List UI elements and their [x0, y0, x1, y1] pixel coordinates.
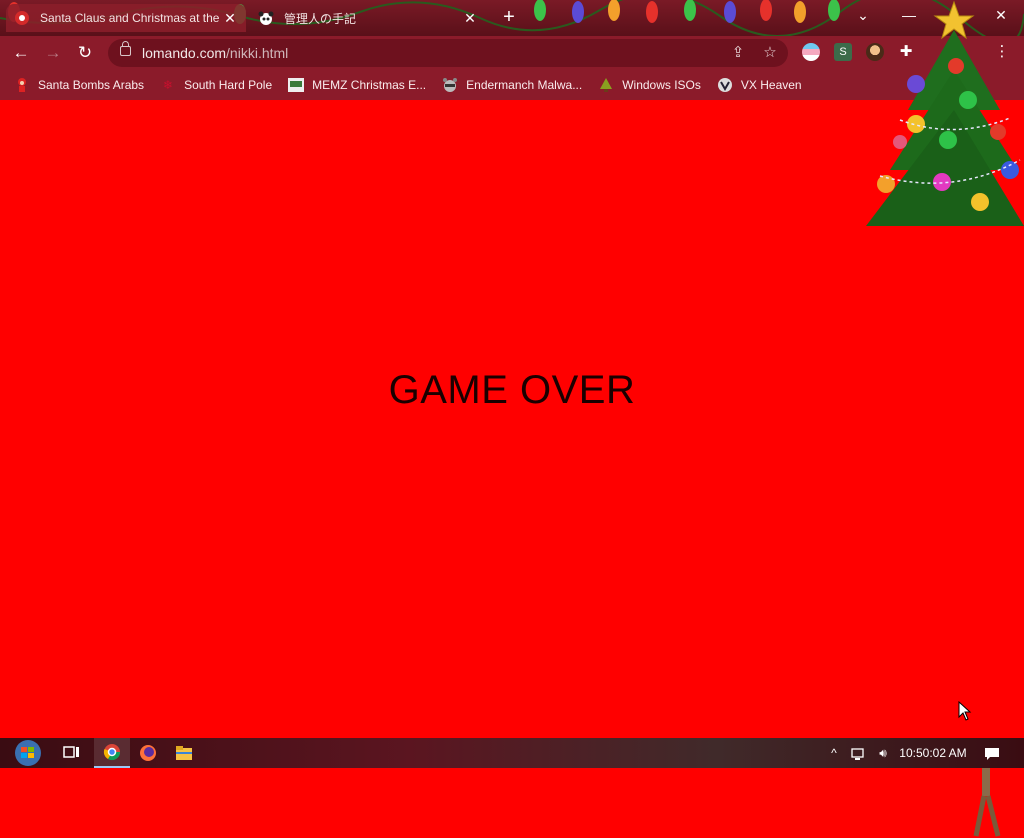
url-path: /nikki.html — [226, 45, 289, 61]
share-icon[interactable]: ⇪ — [728, 43, 748, 63]
windows-taskbar: ^ 🔊︎ 10:50:02 AM — [0, 738, 1024, 768]
reload-button[interactable]: ↻ — [72, 40, 98, 66]
url-text: lomando.com/nikki.html — [142, 45, 288, 61]
close-tab-icon[interactable]: ✕ — [462, 10, 478, 27]
bookmark-label: Endermanch Malwa... — [466, 77, 583, 92]
raccoon-icon — [442, 77, 458, 93]
lock-icon[interactable] — [120, 41, 131, 56]
volume-icon[interactable]: 🔊︎ — [874, 738, 892, 768]
tab-title: Santa Claus and Christmas at the — [40, 11, 220, 25]
bookmark-label: VX Heaven — [740, 77, 802, 92]
url-host: lomando.com — [142, 45, 227, 61]
bookmark-label: Santa Bombs Arabs — [38, 77, 145, 92]
network-icon[interactable] — [850, 738, 868, 768]
start-button[interactable] — [8, 738, 48, 768]
vx-icon — [717, 77, 733, 93]
new-tab-button[interactable]: + — [497, 6, 521, 30]
extension-s-icon[interactable]: S — [834, 43, 852, 61]
memz-icon — [288, 77, 305, 93]
bookmark-label: MEMZ Christmas E... — [312, 77, 427, 92]
extension-flag-icon[interactable] — [802, 43, 820, 61]
bookmark-memz-christmas[interactable]: MEMZ Christmas E... — [288, 77, 426, 93]
bookmark-star-icon[interactable]: ☆ — [760, 43, 780, 63]
task-view-icon[interactable] — [54, 738, 90, 768]
address-bar[interactable]: lomando.com/nikki.html ⇪ ☆ — [108, 39, 788, 67]
mouse-cursor-icon — [958, 701, 972, 721]
game-over-text: GAME OVER — [388, 368, 636, 412]
firefox-taskbar-icon[interactable] — [130, 738, 166, 768]
show-hidden-icons-chevron-icon[interactable]: ^ — [826, 738, 842, 768]
panda-favicon-icon — [258, 10, 274, 26]
tab-kanrinin-no-shuki[interactable]: 管理人の手記 ✕ — [250, 4, 486, 32]
bookmark-south-hard-pole[interactable]: ❄ South Hard Pole — [160, 77, 272, 93]
bookmark-santa-bombs-arabs[interactable]: Santa Bombs Arabs — [14, 77, 144, 93]
bookmark-endermanch-malware[interactable]: Endermanch Malwa... — [442, 77, 582, 93]
close-tab-icon[interactable]: ✕ — [222, 10, 238, 27]
tab-title: 管理人の手記 — [284, 11, 357, 26]
christmas-favicon-icon — [14, 10, 30, 26]
chrome-taskbar-icon[interactable] — [94, 738, 130, 768]
bookmark-label: South Hard Pole — [184, 77, 273, 92]
windows-logo-icon — [15, 740, 41, 766]
forward-button[interactable]: → — [40, 40, 66, 66]
tree-icon — [598, 77, 614, 93]
bookmark-windows-isos[interactable]: Windows ISOs — [598, 77, 701, 93]
clock[interactable]: 10:50:02 AM — [896, 738, 970, 768]
file-explorer-icon[interactable] — [166, 738, 202, 768]
snowflake-icon: ❄ — [163, 77, 174, 92]
christmas-tree-icon — [866, 0, 1024, 226]
santa-icon — [14, 77, 30, 93]
tab-santa-claus[interactable]: Santa Claus and Christmas at the ✕ — [6, 4, 246, 32]
notifications-icon[interactable] — [980, 738, 1004, 768]
bookmark-vx-heaven[interactable]: VX Heaven — [717, 77, 802, 93]
bookmark-label: Windows ISOs — [622, 77, 701, 92]
back-button[interactable]: ← — [8, 40, 34, 66]
